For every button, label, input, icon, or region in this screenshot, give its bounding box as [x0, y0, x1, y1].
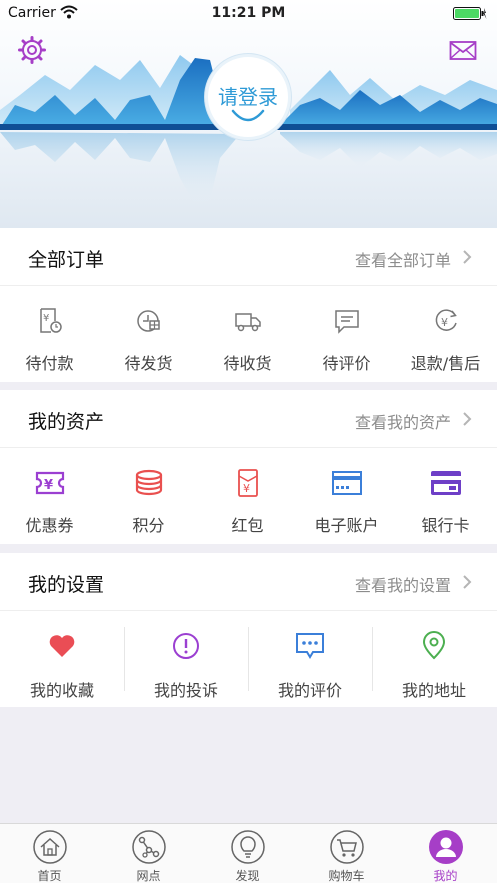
network-icon [132, 830, 166, 864]
pending-shipment-icon [137, 310, 160, 332]
settings-title: 我的设置 [28, 574, 105, 596]
asset-item-label: 积分 [132, 516, 165, 535]
order-pending-receipt[interactable]: 待收货 [198, 286, 297, 382]
asset-item-label: 银行卡 [421, 516, 470, 535]
tab-label: 首页 [37, 869, 62, 883]
gear-icon[interactable] [18, 36, 46, 64]
tab-label: 发现 [235, 869, 260, 883]
svg-text:¥: ¥ [441, 316, 448, 329]
chevron-right-icon [463, 575, 472, 589]
truck-icon [235, 313, 261, 332]
asset-item-label: 优惠券 [25, 516, 74, 535]
heart-icon [49, 635, 75, 657]
location-icon [422, 631, 446, 660]
chat-icon [296, 633, 324, 659]
orders-section: 全部订单 查看全部订单 ¥ 待付款 待发货 待收货 待评价 ¥ 退款/售后 [0, 228, 497, 382]
order-item-label: 待发货 [124, 354, 173, 373]
tab-discover[interactable]: 发现 [198, 824, 297, 883]
orders-title: 全部订单 [28, 249, 105, 271]
svg-text:¥: ¥ [43, 313, 49, 324]
red-packet-icon: ¥ [238, 469, 258, 497]
tab-bar: 首页 网点 发现 购物车 我的 [0, 823, 497, 883]
my-reviews[interactable]: 我的评价 [248, 611, 372, 707]
comment-icon [335, 310, 359, 334]
chevron-right-icon [463, 250, 472, 264]
tab-label: 我的 [433, 869, 458, 883]
settings-item-label: 我的投诉 [153, 681, 218, 700]
order-pending-payment[interactable]: ¥ 待付款 [0, 286, 99, 382]
assets-header[interactable]: 我的资产 查看我的资产 [0, 390, 497, 448]
asset-item-label: 电子账户 [314, 516, 379, 535]
login-label: 请登录 [218, 85, 278, 109]
orders-header[interactable]: 全部订单 查看全部订单 [0, 228, 497, 286]
asset-points[interactable]: 积分 [99, 448, 198, 544]
cart-icon [330, 830, 364, 864]
order-item-label: 待评价 [322, 354, 371, 373]
user-icon [429, 830, 463, 864]
view-settings-link[interactable]: 查看我的设置 [355, 572, 451, 596]
coupon-icon: ¥ [35, 471, 65, 495]
tab-label: 购物车 [328, 869, 365, 883]
assets-title: 我的资产 [28, 411, 105, 433]
tab-network[interactable]: 网点 [99, 824, 198, 883]
tab-cart[interactable]: 购物车 [297, 824, 396, 883]
my-address[interactable]: 我的地址 [372, 611, 496, 707]
order-refund[interactable]: ¥ 退款/售后 [396, 286, 495, 382]
settings-section: 我的设置 查看我的设置 我的收藏 我的投诉 我的评价 我的地址 [0, 553, 497, 707]
e-account-icon [332, 471, 362, 495]
points-icon [135, 469, 163, 496]
order-item-label: 待付款 [25, 354, 74, 373]
order-item-label: 待收货 [223, 354, 272, 373]
asset-e-account[interactable]: 电子账户 [297, 448, 396, 544]
svg-text:¥: ¥ [243, 482, 250, 495]
home-icon [33, 830, 67, 864]
my-favorites[interactable]: 我的收藏 [0, 611, 124, 707]
asset-coupon[interactable]: ¥ 优惠券 [0, 448, 99, 544]
chevron-right-icon [463, 412, 472, 426]
settings-header[interactable]: 我的设置 查看我的设置 [0, 553, 497, 611]
smile-icon [231, 109, 265, 122]
tab-home[interactable]: 首页 [0, 824, 99, 883]
login-button[interactable]: 请登录 [205, 54, 291, 140]
order-pending-review[interactable]: 待评价 [297, 286, 396, 382]
order-pending-shipment[interactable]: 待发货 [99, 286, 198, 382]
bank-card-icon [431, 471, 461, 495]
profile-header: 请登录 [0, 0, 497, 228]
order-item-label: 退款/售后 [410, 354, 481, 373]
asset-item-label: 红包 [231, 516, 264, 535]
tab-me[interactable]: 我的 [396, 824, 495, 883]
bulb-icon [231, 830, 265, 864]
pending-payment-icon: ¥ [40, 308, 62, 333]
asset-bank-card[interactable]: 银行卡 [396, 448, 495, 544]
svg-text:¥: ¥ [44, 478, 53, 493]
settings-item-label: 我的收藏 [29, 681, 94, 700]
settings-item-label: 我的评价 [277, 681, 342, 700]
status-bar: Carrier 11:21 PM [0, 0, 497, 28]
alert-icon [173, 633, 199, 659]
mail-icon[interactable] [449, 40, 477, 62]
view-assets-link[interactable]: 查看我的资产 [355, 409, 451, 433]
asset-red-packet[interactable]: ¥ 红包 [198, 448, 297, 544]
tab-label: 网点 [136, 869, 161, 883]
settings-item-label: 我的地址 [401, 681, 466, 700]
battery-icon [453, 7, 487, 20]
my-complaints[interactable]: 我的投诉 [124, 611, 248, 707]
clock: 11:21 PM [211, 5, 286, 21]
assets-section: 我的资产 查看我的资产 ¥ 优惠券 积分 ¥ 红包 电子账户 银行卡 [0, 390, 497, 544]
refund-icon: ¥ [435, 309, 457, 331]
view-all-orders-link[interactable]: 查看全部订单 [355, 247, 451, 271]
